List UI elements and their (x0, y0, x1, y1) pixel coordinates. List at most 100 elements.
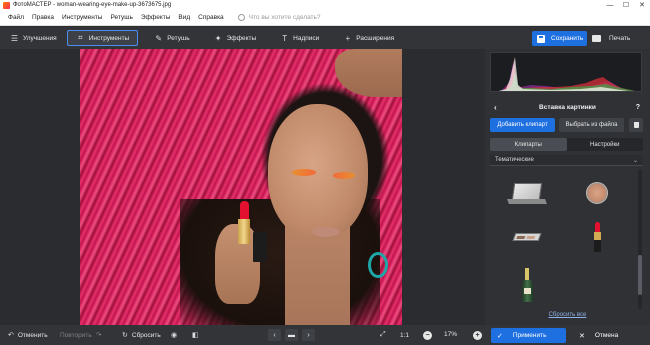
undo-button[interactable]: ↶ Отменить (8, 328, 48, 342)
redo-button[interactable]: Повторить ↷ (60, 328, 106, 342)
compare-icon: ◧ (192, 332, 199, 339)
zoom-in-button[interactable]: + (473, 331, 482, 340)
previous-image-button[interactable]: ‹ (268, 329, 281, 341)
tab-effects[interactable]: ✦ Эффекты (206, 30, 265, 46)
tab-tools-label: Инструменты (88, 34, 130, 42)
text-icon: T (282, 33, 288, 43)
save-label: Сохранить (551, 35, 584, 42)
tab-retouch-label: Ретушь (167, 34, 190, 42)
chevron-left-icon: ‹ (273, 331, 276, 339)
panel-tabs: Клипарты Настройки (490, 138, 643, 151)
reset-label: Сбросить (131, 331, 161, 339)
category-select[interactable]: Тематические ⌄ (490, 155, 643, 166)
redo-icon: ↷ (95, 332, 102, 339)
image-canvas[interactable] (0, 49, 485, 325)
edited-photo[interactable] (80, 49, 402, 325)
clipart-lipstick[interactable] (572, 217, 622, 257)
menu-view[interactable]: Вид (174, 14, 194, 21)
tab-settings[interactable]: Настройки (567, 138, 644, 151)
add-clipart-button[interactable]: Добавить клипарт (490, 118, 555, 132)
undo-label: Отменить (17, 331, 48, 339)
save-button[interactable]: Сохранить (532, 31, 587, 46)
tab-text[interactable]: T Надписи (272, 30, 327, 46)
tab-text-label: Надписи (293, 34, 320, 42)
magic-wand-icon: ✦ (214, 33, 222, 43)
lipstick-tube (593, 232, 601, 240)
next-image-button[interactable]: › (302, 329, 315, 341)
close-icon: ✕ (579, 332, 585, 340)
print-label: Печать (609, 35, 631, 42)
actual-size-button[interactable]: 1:1 (400, 328, 409, 342)
fit-screen-button[interactable]: ⤢ (380, 328, 390, 342)
menu-tools[interactable]: Инструменты (58, 14, 107, 21)
histogram-graph (498, 57, 635, 91)
app-logo-icon (3, 1, 10, 9)
compare-toggle[interactable]: ◧ (192, 328, 203, 342)
title-bar: ФотоМАСТЕР - woman-wearing-eye-make-up-3… (0, 0, 650, 10)
chevron-down-icon: ⌄ (632, 157, 638, 164)
menu-file[interactable]: Файл (4, 14, 28, 21)
preview-toggle[interactable]: ◉ (171, 328, 181, 342)
menu-help[interactable]: Справка (194, 14, 228, 21)
palette-icon (512, 233, 542, 241)
reset-all-link[interactable]: Сбросить все (485, 312, 650, 318)
eye-icon: ◉ (171, 332, 178, 339)
search-icon (237, 14, 245, 21)
undo-icon: ↶ (8, 332, 14, 339)
clipart-champagne-bottle[interactable] (502, 265, 552, 305)
back-icon[interactable]: ‹ (494, 103, 497, 112)
bottom-bar: ↶ Отменить Повторить ↷ ↻ Сбросить ◉ ◧ ‹ … (0, 325, 650, 345)
brush-icon: ✎ (155, 33, 163, 43)
plus-icon: + (345, 33, 351, 43)
powder-icon (586, 182, 608, 204)
clipart-scrollbar[interactable] (638, 169, 642, 309)
menu-effects[interactable]: Эффекты (137, 14, 175, 21)
zoom-level: 17% (444, 331, 458, 338)
clipart-grid (490, 169, 640, 314)
reset-icon: ↻ (122, 332, 128, 339)
apply-button[interactable]: ✓ Применить (491, 328, 566, 343)
zoom-out-button[interactable]: − (423, 331, 432, 340)
crop-icon: ⌗ (77, 33, 83, 42)
close-button[interactable]: ✕ (634, 1, 650, 9)
tab-enhancements[interactable]: ☰ Улучшения (2, 30, 65, 46)
scrollbar-thumb[interactable] (638, 255, 642, 295)
bottle-body (521, 280, 533, 302)
choose-from-file-button[interactable]: Выбрать из файла (559, 118, 624, 132)
clipart-face-powder[interactable] (572, 173, 622, 213)
photo-earring (368, 252, 388, 278)
tab-cliparts[interactable]: Клипарты (490, 138, 567, 151)
help-icon[interactable]: ? (636, 104, 640, 111)
maximize-button[interactable]: ☐ (618, 1, 634, 9)
command-search[interactable]: Что вы хотите сделать? (237, 14, 321, 21)
menu-edit[interactable]: Правка (28, 14, 58, 21)
print-button[interactable]: Печать (592, 31, 630, 46)
minimize-button[interactable]: — (602, 2, 618, 9)
lipstick-case (593, 240, 601, 252)
fit-screen-icon: ⤢ (380, 331, 386, 338)
cancel-button[interactable]: ✕ Отмена (571, 328, 646, 343)
category-value: Тематические (495, 157, 534, 163)
clipart-eyeshadow-palette[interactable] (502, 217, 552, 257)
chevron-right-icon: › (307, 331, 310, 339)
right-panel: ‹ Вставка картинки ? Добавить клипарт Вы… (485, 49, 650, 325)
tab-enhancements-label: Улучшения (23, 34, 57, 42)
menu-retouch[interactable]: Ретушь (106, 14, 136, 21)
main-toolbar: ☰ Улучшения ⌗ Инструменты ✎ Ретушь ✦ Эфф… (0, 27, 650, 49)
tab-extensions-label: Расширения (356, 34, 395, 42)
tab-effects-label: Эффекты (226, 34, 257, 42)
inserted-lipstick-case (253, 232, 267, 262)
open-folder-button[interactable]: ▬ (285, 329, 298, 341)
photo-eye-left (292, 169, 316, 176)
reset-button[interactable]: ↻ Сбросить (122, 328, 161, 342)
laptop-icon (511, 182, 543, 200)
delete-button[interactable] (629, 118, 643, 132)
tab-tools[interactable]: ⌗ Инструменты (66, 30, 139, 46)
photo-face (268, 104, 368, 239)
checkmark-icon: ✓ (497, 332, 503, 340)
lipstick-icon (594, 222, 600, 232)
tab-extensions[interactable]: + Расширения (335, 30, 402, 46)
photo-lips (312, 227, 340, 237)
clipart-laptop[interactable] (502, 173, 552, 213)
tab-retouch[interactable]: ✎ Ретушь (146, 30, 197, 46)
